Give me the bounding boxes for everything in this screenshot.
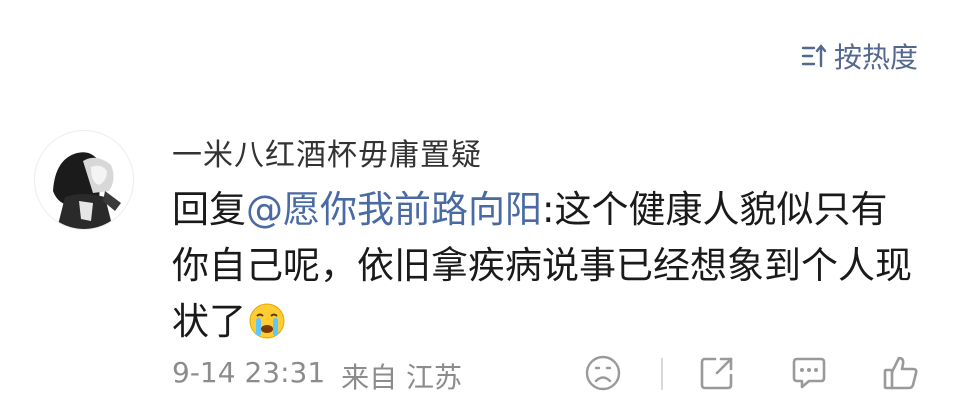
reply-prefix: 回复 (172, 188, 246, 231)
action-divider (661, 358, 663, 390)
comment-username[interactable]: 一米八红酒杯毋庸置疑 (172, 130, 482, 174)
avatar[interactable] (34, 130, 134, 230)
reply-button[interactable] (786, 352, 832, 398)
share-icon (697, 353, 737, 397)
dislike-button[interactable] (580, 352, 626, 398)
dislike-icon (583, 353, 623, 397)
comment-icon (789, 353, 829, 397)
sort-icon (800, 42, 828, 70)
sort-by-hot-button[interactable]: 按热度 (800, 38, 918, 74)
mention-link[interactable]: @愿你我前路向阳 (246, 188, 542, 231)
like-button[interactable] (878, 352, 924, 398)
sort-label: 按热度 (833, 41, 918, 74)
share-button[interactable] (694, 352, 740, 398)
comment-content: 回复@愿你我前路向阳:这个健康人貌似只有你自己呢，依旧拿疾病说事已经想象到个人现… (172, 182, 912, 356)
like-icon (881, 353, 921, 397)
comment-actions (0, 352, 960, 398)
crying-face-emoji (248, 300, 286, 356)
